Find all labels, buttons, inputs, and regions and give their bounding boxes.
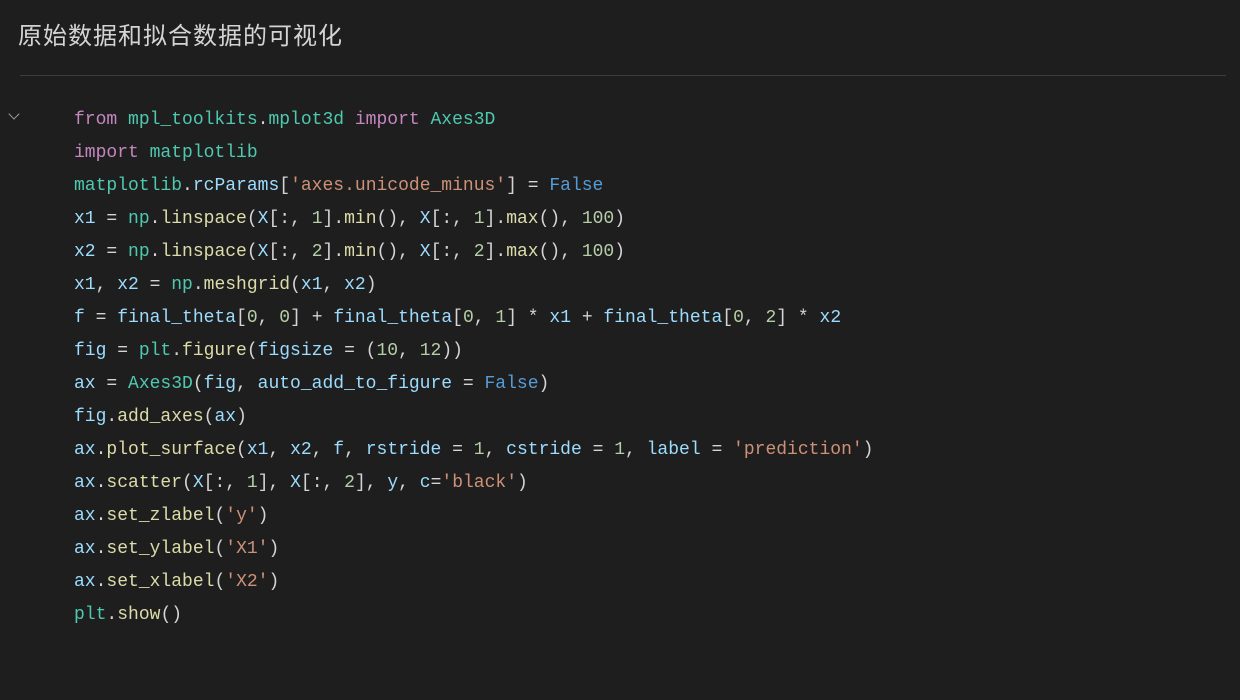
cell-collapse-toggle[interactable] — [0, 104, 20, 118]
section-heading: 原始数据和拟合数据的可视化 — [0, 0, 1240, 75]
code-line: ax = Axes3D(fig, auto_add_to_figure = Fa… — [74, 374, 549, 394]
chevron-down-icon — [8, 108, 19, 119]
code-line: fig.add_axes(ax) — [74, 407, 247, 427]
code-line: from mpl_toolkits.mplot3d import Axes3D — [74, 110, 495, 130]
code-line: ax.plot_surface(x1, x2, f, rstride = 1, … — [74, 440, 873, 460]
code-block[interactable]: from mpl_toolkits.mplot3d import Axes3D … — [74, 104, 1226, 632]
code-line: x2 = np.linspace(X[:, 2].min(), X[:, 2].… — [74, 242, 625, 262]
code-cell[interactable]: from mpl_toolkits.mplot3d import Axes3D … — [20, 75, 1226, 662]
code-line: ax.set_ylabel('X1') — [74, 539, 279, 559]
code-line: x1, x2 = np.meshgrid(x1, x2) — [74, 275, 377, 295]
code-line: matplotlib.rcParams['axes.unicode_minus'… — [74, 176, 603, 196]
code-line: f = final_theta[0, 0] + final_theta[0, 1… — [74, 308, 841, 328]
code-line: ax.set_zlabel('y') — [74, 506, 268, 526]
code-line: fig = plt.figure(figsize = (10, 12)) — [74, 341, 463, 361]
page-root: 原始数据和拟合数据的可视化 from mpl_toolkits.mplot3d … — [0, 0, 1240, 700]
code-line: plt.show() — [74, 605, 182, 625]
code-line: x1 = np.linspace(X[:, 1].min(), X[:, 1].… — [74, 209, 625, 229]
code-line: ax.scatter(X[:, 1], X[:, 2], y, c='black… — [74, 473, 528, 493]
code-line: ax.set_xlabel('X2') — [74, 572, 279, 592]
code-line: import matplotlib — [74, 143, 258, 163]
